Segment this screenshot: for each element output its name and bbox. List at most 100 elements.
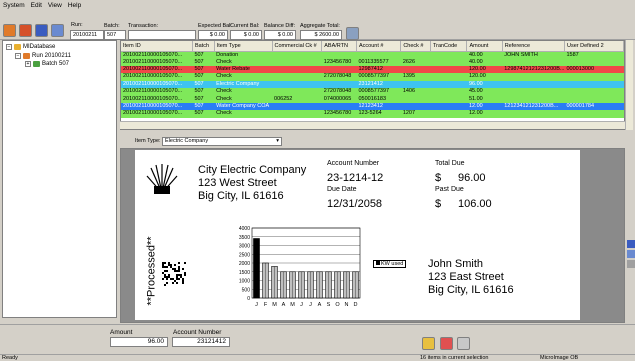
x-tick-label: M	[272, 302, 277, 308]
run-field[interactable]: 20100211	[70, 30, 104, 40]
table-cell: 0008577397	[356, 73, 401, 81]
menu-edit[interactable]: Edit	[31, 2, 42, 9]
menu-system[interactable]: System	[3, 2, 25, 9]
batch-field[interactable]: 507	[104, 30, 126, 40]
table-cell: 121234121231200B...	[502, 102, 565, 111]
column-header[interactable]: User Defined 2	[564, 41, 624, 52]
account-number-field[interactable]: 23121412	[172, 337, 230, 347]
item-type-select[interactable]: Electric Company ▾	[162, 137, 282, 146]
table-cell	[502, 58, 565, 66]
transaction-field[interactable]	[128, 30, 196, 40]
tree-batch[interactable]: + Batch 507	[25, 61, 69, 67]
viewer-side-tools	[627, 240, 635, 270]
column-header[interactable]: Batch	[192, 41, 215, 52]
table-row[interactable]: 201002110000105070... 507 Check 123456780 00…	[121, 58, 624, 66]
account-number-entry-label: Account Number	[173, 329, 222, 336]
table-cell: 40.00	[466, 51, 503, 59]
table-cell: 201002110000105070...	[121, 58, 193, 66]
table-cell: 23121412	[356, 80, 401, 89]
account-number-label: Account Number	[327, 160, 380, 167]
company-city: Big City, IL 61616	[198, 190, 284, 202]
table-cell: 45.00	[466, 88, 503, 96]
table-cell: 201002110000105070...	[121, 73, 193, 81]
table-row[interactable]: 201002110000105070... 507 Check 272078048 00…	[121, 88, 624, 96]
table-cell: Check	[214, 110, 273, 118]
y-tick-label: 2500	[239, 252, 250, 258]
column-header[interactable]: Check #	[400, 41, 431, 52]
grid-vertical-scrollbar[interactable]	[625, 40, 633, 130]
grid-horizontal-scrollbar[interactable]	[120, 121, 625, 129]
tool-button-1[interactable]	[3, 24, 16, 37]
menu-view[interactable]: View	[48, 2, 62, 9]
company-logo-icon	[146, 164, 178, 194]
amount-field[interactable]: 96.00	[110, 337, 168, 347]
x-tick-label: M	[290, 302, 295, 308]
table-row[interactable]: 201002110000105070... 507 Check 123456780 12…	[121, 110, 624, 118]
rotate-icon[interactable]	[627, 260, 635, 268]
zoom-in-icon[interactable]	[627, 240, 635, 248]
items-grid: Item ID Batch Item Type Commercial Ck # ABA/…	[120, 40, 625, 130]
table-cell: Donation	[214, 51, 273, 59]
table-cell: 1207	[400, 110, 431, 118]
table-cell	[502, 88, 565, 96]
transaction-label: Transaction:	[128, 23, 159, 29]
table-row[interactable]: 201002110000105070... 507 Donation 40.00 JOH…	[121, 51, 624, 59]
table-cell: 507	[192, 102, 215, 111]
table-cell	[321, 80, 357, 89]
y-tick-label: 2000	[239, 261, 250, 267]
column-header[interactable]: Amount	[466, 41, 503, 52]
table-cell: 12123412	[356, 102, 401, 111]
table-row[interactable]: 201002110000105070... 507 Electric Company…	[121, 80, 624, 89]
column-header[interactable]: Reference	[502, 41, 565, 52]
table-cell	[564, 110, 624, 118]
column-header[interactable]: Account #	[356, 41, 402, 52]
barcode-icon	[160, 260, 188, 288]
column-header[interactable]: TranCode	[430, 41, 468, 52]
status-bar: Ready 16 items in current selection Micr…	[0, 354, 635, 361]
column-header[interactable]: ABA/RTN	[321, 41, 357, 52]
toolbar: Run: 20100211 Batch: 507 Transaction: Ex…	[0, 10, 635, 40]
table-cell	[502, 80, 565, 89]
zoom-out-icon[interactable]	[627, 250, 635, 258]
table-row[interactable]: 201002110000105070... 507 Check 006252 07400…	[121, 95, 624, 103]
tree-root[interactable]: − MIDatabase	[6, 44, 55, 50]
collapse-icon[interactable]: −	[6, 44, 12, 50]
table-cell	[564, 58, 624, 66]
table-row[interactable]: 201002110000105070... 507 Water Rebate 1298…	[121, 65, 624, 74]
delete-button[interactable]	[440, 337, 453, 350]
table-cell: 507	[192, 58, 215, 66]
table-cell: 507	[192, 110, 215, 118]
table-cell	[430, 110, 467, 118]
legend-label: KW used	[381, 261, 404, 267]
column-header[interactable]: Item Type	[214, 41, 273, 52]
amount-label: Amount	[110, 329, 133, 336]
column-header[interactable]: Item ID	[121, 41, 193, 52]
menu-help[interactable]: Help	[68, 2, 81, 9]
table-cell: 201002110000105070...	[121, 65, 193, 74]
collapse-icon[interactable]: −	[15, 53, 21, 59]
expand-icon[interactable]: +	[25, 61, 31, 67]
table-cell: JOHN SMITH	[502, 51, 565, 59]
tool-button-3[interactable]	[35, 24, 48, 37]
status-center: 16 items in current selection	[420, 355, 489, 361]
tag-button[interactable]	[457, 337, 470, 350]
scanner-icon[interactable]	[346, 27, 359, 40]
past-due-value: 106.00	[458, 198, 492, 210]
table-row[interactable]: 201002110000105070... 507 Water Company CO…	[121, 102, 624, 111]
table-row[interactable]: 201002110000105070... 507 Check 272078048 00…	[121, 73, 624, 81]
table-cell	[272, 51, 322, 59]
customer-city: Big City, IL 61616	[428, 284, 514, 296]
tool-button-4[interactable]	[51, 24, 64, 37]
tool-button-2[interactable]	[19, 24, 32, 37]
column-header[interactable]: Commercial Ck #	[272, 41, 323, 52]
table-cell	[400, 95, 431, 103]
aggregate-total-label: Aggregate Total:	[300, 23, 340, 29]
table-cell: 12.00	[466, 110, 503, 118]
table-cell	[321, 51, 357, 59]
company-name: City Electric Company	[198, 164, 307, 176]
table-cell	[430, 58, 467, 66]
edit-button[interactable]	[422, 337, 435, 350]
table-cell: 050016183	[356, 95, 401, 103]
table-cell: 12987412121231200B...	[502, 65, 565, 74]
tree-run[interactable]: − Run 20100211	[15, 53, 71, 59]
